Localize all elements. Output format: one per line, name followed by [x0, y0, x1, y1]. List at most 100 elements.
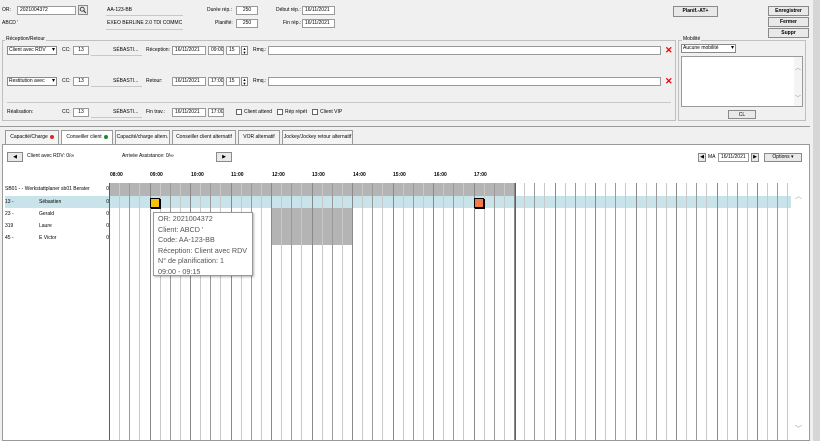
return-time[interactable]: 17:00 [208, 77, 224, 86]
tab-capacite-charge[interactable]: Capacité/Charge [5, 130, 59, 144]
chevron-up-icon[interactable]: ︿ [795, 63, 801, 72]
arrow-left-icon: ◀ [13, 154, 17, 160]
cc-field-3[interactable]: 13 [73, 108, 89, 117]
advisor-name-3: SÉBASTI... [113, 109, 139, 115]
hour-label: 14:00 [353, 172, 366, 178]
tab-capacite-altern[interactable]: Capacité/charge altern. [115, 130, 170, 144]
planning-date[interactable]: 16/11/2021 [718, 153, 749, 162]
quarter-gridline [585, 183, 586, 440]
window-scrollbar[interactable] [813, 0, 820, 441]
chevron-down-icon[interactable]: ﹀ [795, 93, 801, 102]
tab-vor-alternatif[interactable]: VOR alternatif [238, 130, 280, 144]
reception-time[interactable]: 09:00 [208, 46, 224, 55]
quarter-gridline [504, 183, 505, 440]
quarter-gridline [625, 183, 626, 440]
client-rdv-label: Client avec RDV: 0/∞ [27, 153, 75, 159]
search-button[interactable] [78, 5, 88, 15]
duration-spinner[interactable]: ▲ ▼ [241, 46, 248, 55]
quarter-gridline [646, 183, 647, 440]
next-button[interactable]: ▶ [216, 152, 232, 162]
quarter-gridline [524, 183, 525, 440]
vertical-scrollbar[interactable]: ︿ ﹀ [792, 183, 808, 440]
hour-gridline [474, 183, 475, 440]
quarter-gridline [666, 183, 667, 440]
cc-field-1[interactable]: 13 [73, 46, 89, 55]
chevron-up-icon[interactable]: ︿ [795, 191, 802, 201]
chevron-down-icon: ▾ [51, 78, 55, 84]
mobilite-list[interactable]: ︿ ﹀ [681, 56, 803, 107]
end-work-date[interactable]: 16/11/2021 [172, 108, 206, 117]
prev-day-button[interactable]: ◀ [698, 153, 706, 162]
tab-jockey-alternatif[interactable]: Jockey/Jockey retour alternatif [282, 130, 353, 144]
return-type-select[interactable]: Restitution avec ▾ [7, 77, 57, 86]
resource-code: SB01 - - Werkstattplaner [5, 186, 60, 192]
hour-gridline [757, 183, 758, 440]
reception-duration[interactable]: 15 [226, 46, 240, 55]
clear-icon[interactable]: ✕ [665, 46, 673, 55]
hour-label: 17:00 [474, 172, 487, 178]
quarter-gridline [737, 183, 738, 440]
client-vip-checkbox[interactable] [312, 109, 318, 115]
quarter-gridline [463, 183, 464, 440]
close-button[interactable]: Fermer [768, 17, 809, 27]
clear-icon[interactable]: ✕ [665, 77, 673, 86]
appointment-return[interactable] [474, 198, 484, 208]
remark-field-2[interactable] [268, 77, 661, 86]
rep-repet-checkbox[interactable] [277, 109, 283, 115]
tooltip-line: Code: AA-123-BB [158, 235, 215, 244]
quarter-gridline [484, 183, 485, 440]
tab-label: Conseiller client [66, 134, 102, 140]
reception-type-select[interactable]: Client avec RDV ▾ [7, 46, 57, 55]
delete-button[interactable]: Suppr [768, 28, 809, 38]
options-button[interactable]: Options ▾ [764, 153, 802, 162]
save-button[interactable]: Enregistrer [768, 6, 809, 16]
quarter-gridline [119, 183, 120, 440]
resource-row-selected[interactable]: 13 - Sébastien 0 [5, 196, 113, 208]
appointment-reception[interactable] [150, 198, 160, 208]
reception-date[interactable]: 16/11/2021 [172, 46, 206, 55]
fin-field[interactable]: 16/11/2021 [302, 19, 335, 28]
end-work-time[interactable]: 17:00 [208, 108, 224, 117]
mobilite-group-label: Mobilité [682, 35, 702, 44]
client-value: ABCD ' [2, 20, 19, 26]
tooltip-line: Réception: Client avec RDV [158, 245, 248, 255]
debut-field[interactable]: 16/11/2021 [302, 6, 335, 15]
quarter-gridline [787, 183, 788, 440]
or-field[interactable]: 2021004372 [17, 6, 76, 15]
resource-row[interactable]: 23 - Gerald 0 [5, 208, 113, 220]
resource-row[interactable]: 319 Laure 0 [5, 220, 113, 232]
resource-row[interactable]: 45 -E Victor 0 [5, 232, 113, 244]
retour-label: Retour: [146, 78, 163, 84]
planifie-field[interactable]: 250 [236, 19, 258, 28]
cl-button[interactable]: CL [728, 110, 756, 119]
return-duration[interactable]: 15 [226, 77, 240, 86]
tab-label: Jockey/Jockey retour alternatif [283, 134, 352, 140]
fin-label: Fin rép.: [283, 20, 302, 26]
duration-spinner[interactable]: ▲ ▼ [241, 77, 248, 86]
chevron-down-icon[interactable]: ﹀ [795, 424, 802, 434]
tab-label: Capacité/Charge [10, 134, 48, 140]
quarter-gridline [656, 183, 657, 440]
scrollbar[interactable]: ︿ ﹀ [794, 57, 802, 106]
tab-conseiller-client[interactable]: Conseiller client [61, 130, 113, 145]
duree-field[interactable]: 250 [236, 6, 258, 15]
remark-field-1[interactable] [268, 46, 661, 55]
advisor-name-2: SÉBASTI... [113, 78, 139, 84]
tab-label: Capacité/charge altern. [116, 134, 169, 140]
quarter-gridline [322, 183, 323, 440]
duree-label: Durée rép.: [207, 7, 233, 13]
planif-button[interactable]: Planif.-AT+ [673, 6, 718, 17]
cc-field-2[interactable]: 13 [73, 77, 89, 86]
tab-conseiller-alternatif[interactable]: Conseiller client alternatif [172, 130, 236, 144]
return-date[interactable]: 16/11/2021 [172, 77, 206, 86]
quarter-gridline [777, 183, 778, 440]
prev-button[interactable]: ◀ [7, 152, 23, 162]
quarter-gridline [767, 183, 768, 440]
client-attend-checkbox[interactable] [236, 109, 242, 115]
cc-label: CC: [62, 78, 71, 84]
next-day-button[interactable]: ▶ [751, 153, 759, 162]
hour-gridline [352, 183, 353, 440]
resource-code: 23 - [5, 211, 14, 217]
resource-row[interactable]: SB01 - - Werkstattplaner sb01 Berater 0 [5, 183, 113, 195]
mobilite-select[interactable]: Aucune mobilité ▾ [681, 44, 736, 53]
